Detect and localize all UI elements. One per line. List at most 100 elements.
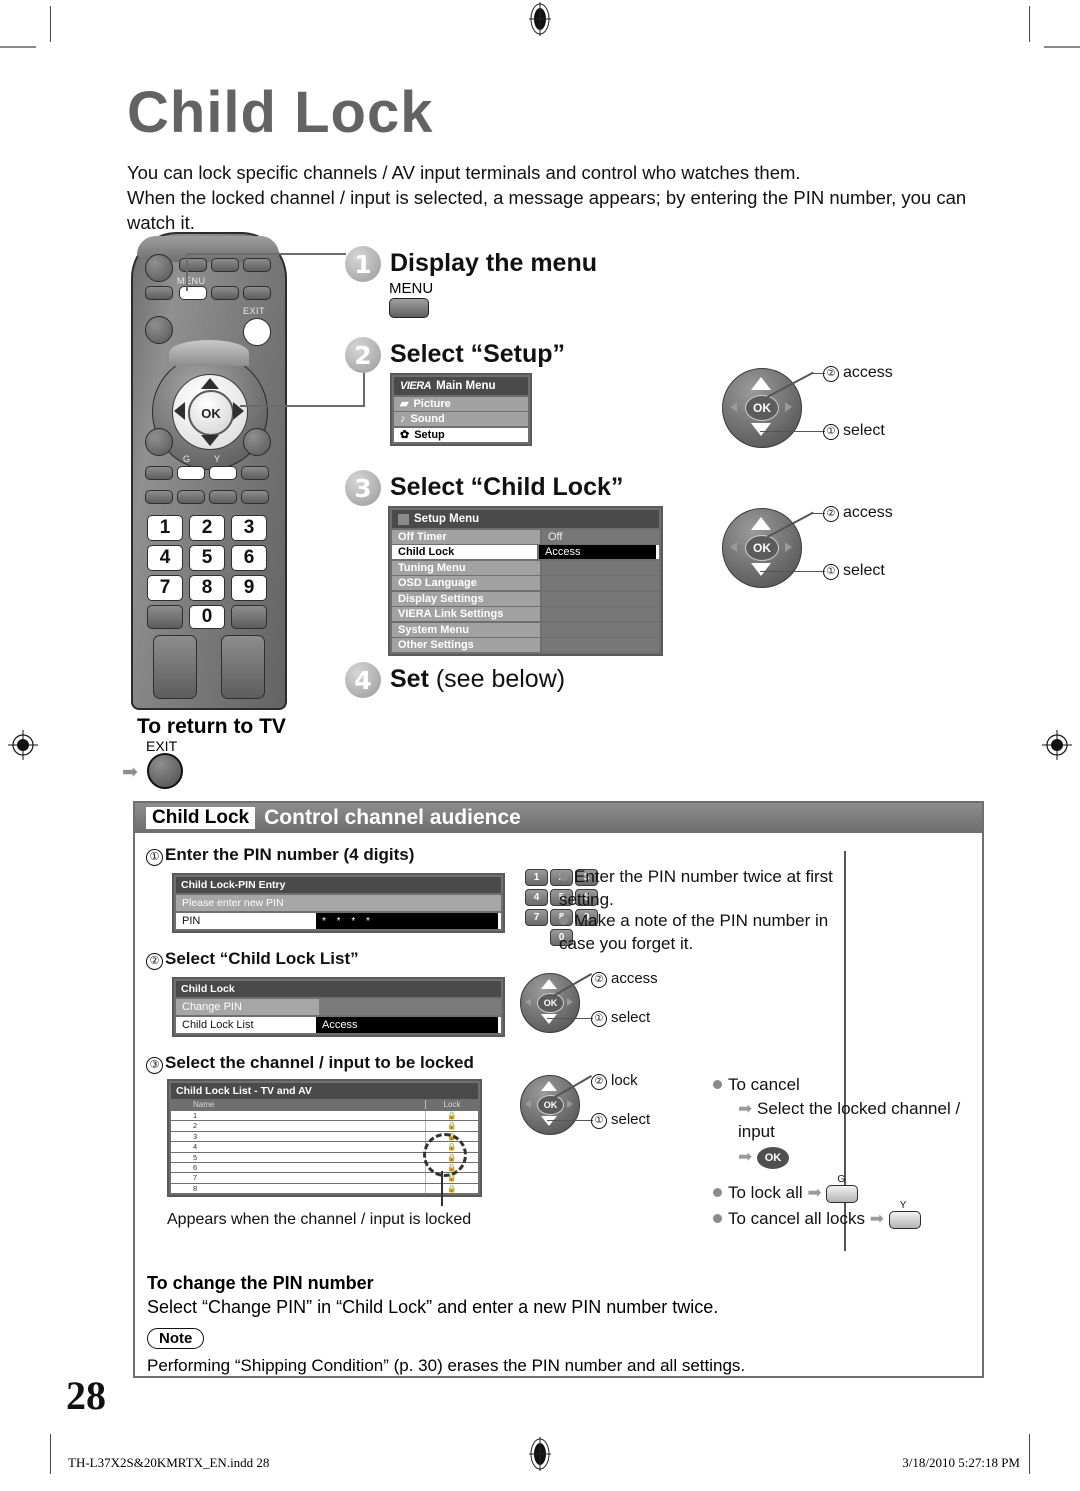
remote-key-1[interactable]: 1 xyxy=(147,515,183,541)
setup-row-other-settings-value xyxy=(542,638,659,652)
remote-key-blank-left[interactable] xyxy=(147,605,183,629)
main-menu-item-setup[interactable]: ✿ Setup xyxy=(394,427,528,442)
substep-3-text: Select the channel / input to be locked xyxy=(165,1053,474,1072)
pin-entry-field-row[interactable]: PIN * * * * xyxy=(176,913,501,929)
cancel-all-note: To cancel all locks ➡ Y xyxy=(713,1200,921,1230)
remote-top-button-2[interactable] xyxy=(211,258,239,272)
remote-green-label: G xyxy=(183,454,191,464)
remote-row2-button-2[interactable] xyxy=(211,286,239,300)
note-item-text: Performing “Shipping Condition” (p. 30) … xyxy=(147,1356,746,1375)
wheel-s2-select-number: ① xyxy=(591,1011,607,1027)
step-1-title: Display the menu xyxy=(390,249,597,277)
nav-wheel-step2-ok-button[interactable]: OK xyxy=(745,395,779,421)
table-row[interactable]: 7 🔒 xyxy=(171,1173,478,1183)
nav-wheel-substep3-right-icon xyxy=(567,1100,573,1108)
remote-color-button-red[interactable] xyxy=(145,466,173,480)
change-pin-text: Select “Change PIN” in “Child Lock” and … xyxy=(147,1297,719,1317)
nav-wheel-substep3-ok-button[interactable]: OK xyxy=(537,1095,564,1115)
remote-row2-button-0[interactable] xyxy=(145,286,173,300)
child-lock-menu-panel: Child Lock Change PIN Child Lock List Ac… xyxy=(172,977,505,1037)
cancel-step-1: ➡ Select the locked channel / input xyxy=(738,1097,978,1143)
remote-func-button-4[interactable] xyxy=(241,490,269,504)
remote-func-button-1[interactable] xyxy=(145,490,173,504)
remote-key-8[interactable]: 8 xyxy=(189,575,225,601)
child-lock-row-lock-list[interactable]: Child Lock List Access xyxy=(176,1017,501,1033)
nav-wheel-substep2-down-icon xyxy=(541,1014,557,1024)
cancel-all-key-label: Y xyxy=(899,1200,907,1211)
remote-color-button-green[interactable] xyxy=(177,466,205,480)
remote-key-blank-right[interactable] xyxy=(231,605,267,629)
remote-side-button[interactable] xyxy=(145,316,173,344)
note-badge: Note xyxy=(147,1328,205,1349)
remote-left-round-button[interactable] xyxy=(145,428,173,456)
setup-row-viera-link-settings[interactable]: VIERA Link Settings xyxy=(392,607,659,621)
setup-row-child-lock[interactable]: Child Lock Access xyxy=(392,545,659,559)
remote-ok-button[interactable]: OK xyxy=(188,390,234,436)
main-menu-item-picture[interactable]: ▰ Picture xyxy=(394,396,528,411)
remote-key-3[interactable]: 3 xyxy=(231,515,267,541)
menu-button-icon[interactable] xyxy=(389,298,429,318)
table-row[interactable]: 1 🔒 xyxy=(171,1111,478,1121)
wheel-s3-select-text: select xyxy=(611,1111,651,1128)
table-row[interactable]: 8 🔒 xyxy=(171,1183,478,1194)
remote-top-button-1[interactable] xyxy=(179,258,207,272)
note-item: Performing “Shipping Condition” (p. 30) … xyxy=(147,1356,745,1376)
viera-logo: VIERA xyxy=(400,380,432,392)
remote-func-button-2[interactable] xyxy=(177,490,205,504)
setup-row-tuning-menu[interactable]: Tuning Menu xyxy=(392,560,659,575)
setup-menu-panel: Setup Menu Off Timer Off Child Lock Acce… xyxy=(388,506,663,656)
nav-wheel-step3-ok-button[interactable]: OK xyxy=(745,535,779,561)
setup-row-other-settings[interactable]: Other Settings xyxy=(392,638,659,652)
remote-key-7[interactable]: 7 xyxy=(147,575,183,601)
remote-key-9[interactable]: 9 xyxy=(231,575,267,601)
setup-row-child-lock-value: Access xyxy=(539,545,659,559)
keypad-icon-1[interactable]: 1 xyxy=(525,869,548,886)
main-menu-item-sound[interactable]: ♪ Sound xyxy=(394,412,528,426)
setup-row-display-settings[interactable]: Display Settings xyxy=(392,591,659,606)
wheel2-select-text: select xyxy=(843,422,885,439)
cancel-note-bullet xyxy=(713,1080,722,1089)
child-lock-section: Child Lock Control channel audience ① Ent… xyxy=(133,801,984,1378)
registration-mark-top xyxy=(523,2,557,36)
nav-wheel-substep2-ok-button[interactable]: OK xyxy=(537,993,564,1013)
remote-top-button-3[interactable] xyxy=(243,258,271,272)
table-row[interactable]: 2 🔒 xyxy=(171,1121,478,1131)
remote-func-button-3[interactable] xyxy=(209,490,237,504)
remote-key-4[interactable]: 4 xyxy=(147,545,183,571)
keypad-icon-7[interactable]: 7 xyxy=(525,909,548,926)
setup-row-system-menu[interactable]: System Menu xyxy=(392,622,659,637)
wheel-s3-lock-text: lock xyxy=(611,1072,638,1089)
row-8-lock-icon[interactable]: 🔒 xyxy=(426,1184,478,1193)
wheel2-select-number: ① xyxy=(823,424,839,440)
remote-color-button-blue[interactable] xyxy=(241,466,269,480)
setup-row-osd-language[interactable]: OSD Language xyxy=(392,576,659,590)
remote-key-6[interactable]: 6 xyxy=(231,545,267,571)
remote-row2-button-3[interactable] xyxy=(243,286,271,300)
remote-bottom-bar-left[interactable] xyxy=(153,635,197,699)
remote-exit-button[interactable] xyxy=(243,318,271,346)
keypad-icon-4[interactable]: 4 xyxy=(525,889,548,906)
lock-all-key-label: G xyxy=(837,1174,846,1185)
remote-key-0[interactable]: 0 xyxy=(189,605,225,629)
setup-row-system-menu-label: System Menu xyxy=(392,622,540,637)
lock-all-bullet xyxy=(713,1188,722,1197)
child-lock-row-change-pin[interactable]: Change PIN xyxy=(176,999,501,1015)
row-2-lock-icon[interactable]: 🔒 xyxy=(426,1121,478,1130)
remote-menu-label: MENU xyxy=(177,276,206,286)
row-1-lock-icon[interactable]: 🔒 xyxy=(426,1111,478,1120)
cancel-ok-button-icon[interactable]: OK xyxy=(756,1146,789,1169)
remote-dpad-left-icon xyxy=(174,402,185,420)
remote-menu-button[interactable] xyxy=(179,286,207,300)
remote-key-5[interactable]: 5 xyxy=(189,545,225,571)
setup-row-tuning-menu-value xyxy=(542,560,659,575)
step-4-title: Set (see below) xyxy=(390,665,565,694)
remote-bottom-bar-right[interactable] xyxy=(221,635,265,699)
setup-row-off-timer[interactable]: Off Timer Off xyxy=(392,529,659,544)
remote-color-button-yellow[interactable] xyxy=(209,466,237,480)
main-menu-title: Main Menu xyxy=(436,380,496,392)
remote-right-round-button[interactable] xyxy=(243,428,271,456)
substep-1-number: ① xyxy=(146,849,163,866)
remote-key-2[interactable]: 2 xyxy=(189,515,225,541)
return-exit-button-icon[interactable] xyxy=(147,753,183,789)
remote-power-button[interactable] xyxy=(145,254,173,282)
